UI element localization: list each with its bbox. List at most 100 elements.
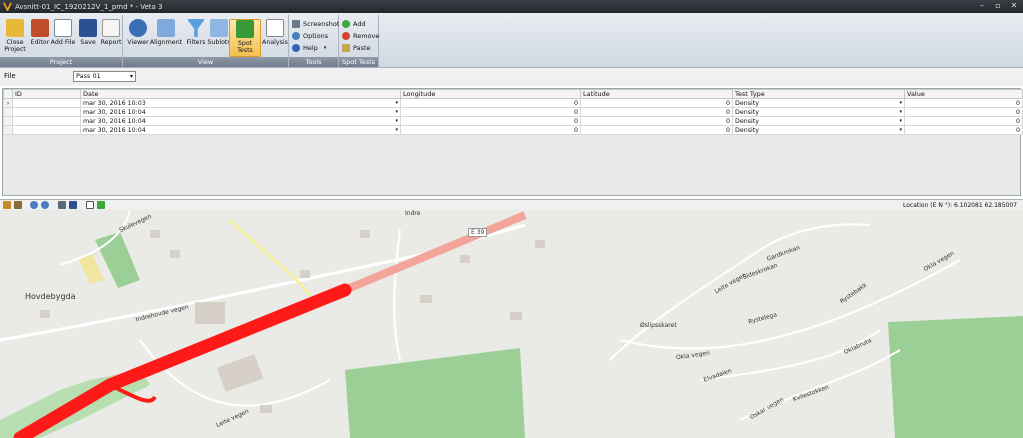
cell-id[interactable] xyxy=(12,116,81,126)
table-row[interactable]: › mar 30, 2016 10:03 ▾ 0 0 Density ▾ 0 xyxy=(3,98,1023,108)
screenshot-button[interactable]: Screenshot xyxy=(292,18,339,29)
cell-longitude[interactable]: 0 xyxy=(400,125,581,135)
map-view[interactable]: Hovdebygda Skulevegen Indrehovde vegen E… xyxy=(0,210,1023,438)
cell-longitude[interactable]: 0 xyxy=(400,116,581,126)
row-selector[interactable]: › xyxy=(3,98,13,108)
row-selector[interactable] xyxy=(3,116,13,126)
building xyxy=(170,250,180,258)
cell-latitude[interactable]: 0 xyxy=(580,98,733,108)
help-icon xyxy=(292,43,300,52)
paste-icon xyxy=(342,43,350,52)
row-selector[interactable] xyxy=(3,125,13,135)
spot-tests-grid: ID Date Longitude Latitude Test Type Val… xyxy=(2,88,1023,196)
cell-longitude[interactable]: 0 xyxy=(400,107,581,117)
group-label-spot-tests: Spot Tests xyxy=(339,57,378,67)
cell-date[interactable]: mar 30, 2016 10:04 ▾ xyxy=(80,125,401,135)
alignment-button[interactable]: Alignment xyxy=(150,19,182,57)
building xyxy=(510,312,522,320)
location-readout: Location (E N °): 6.102081 62.185007 xyxy=(903,202,1017,209)
cell-test-type[interactable]: Density ▾ xyxy=(732,116,905,126)
layers-icon[interactable] xyxy=(58,201,66,209)
cell-id[interactable] xyxy=(12,125,81,135)
column-header-test-type[interactable]: Test Type xyxy=(732,89,905,99)
column-header-date[interactable]: Date xyxy=(80,89,401,99)
road xyxy=(609,223,871,361)
zoom-in-icon[interactable] xyxy=(30,201,38,209)
group-label-project: Project xyxy=(0,57,122,67)
report-button[interactable]: Report xyxy=(97,19,125,57)
chevron-down-icon: ▾ xyxy=(129,73,133,80)
building xyxy=(150,230,160,238)
report-icon xyxy=(102,19,120,37)
help-button[interactable]: Help ▾ xyxy=(292,42,326,53)
cell-latitude[interactable]: 0 xyxy=(580,125,733,135)
paste-spot-test-button[interactable]: Paste xyxy=(342,42,371,53)
remove-spot-test-button[interactable]: Remove xyxy=(342,30,379,41)
cell-test-type[interactable]: Density ▾ xyxy=(732,98,905,108)
cell-id[interactable] xyxy=(12,107,81,117)
map-label: Hovdebygda xyxy=(25,292,76,301)
table-row[interactable]: mar 30, 2016 10:04 ▾ 0 0 Density ▾ 0 xyxy=(3,116,1023,126)
spot-tests-button[interactable]: Spot Tests xyxy=(229,19,261,57)
column-header-value[interactable]: Value xyxy=(904,89,1023,99)
cell-value[interactable]: 0 xyxy=(904,116,1023,126)
camera-icon xyxy=(292,19,300,28)
options-button[interactable]: Options xyxy=(292,30,328,41)
cell-longitude[interactable]: 0 xyxy=(400,98,581,108)
cell-value[interactable]: 0 xyxy=(904,98,1023,108)
grid-header: ID Date Longitude Latitude Test Type Val… xyxy=(3,89,1023,99)
add-file-icon xyxy=(54,19,72,37)
cell-date[interactable]: mar 30, 2016 10:04 ▾ xyxy=(80,107,401,117)
column-header-latitude[interactable]: Latitude xyxy=(580,89,733,99)
map-style-icon[interactable] xyxy=(97,201,105,209)
column-header-id[interactable]: ID xyxy=(12,89,81,99)
minimize-button[interactable]: – xyxy=(977,1,987,10)
table-row[interactable]: mar 30, 2016 10:04 ▾ 0 0 Density ▾ 0 xyxy=(3,125,1023,135)
cell-value[interactable]: 0 xyxy=(904,125,1023,135)
building xyxy=(460,255,470,263)
cell-date[interactable]: mar 30, 2016 10:03 ▾ xyxy=(80,98,401,108)
building xyxy=(260,405,272,413)
close-project-button[interactable]: Close Project xyxy=(1,19,29,57)
sublots-icon xyxy=(210,19,228,37)
map-canvas xyxy=(0,210,1023,438)
table-row[interactable]: mar 30, 2016 10:04 ▾ 0 0 Density ▾ 0 xyxy=(3,107,1023,117)
cell-test-type[interactable]: Density ▾ xyxy=(732,125,905,135)
zoom-out-icon[interactable] xyxy=(41,201,49,209)
cell-date[interactable]: mar 30, 2016 10:04 ▾ xyxy=(80,116,401,126)
home-icon[interactable] xyxy=(3,201,11,209)
park-area xyxy=(78,254,104,284)
maximize-button[interactable]: ▫ xyxy=(993,1,1003,10)
road-shield: E 39 xyxy=(468,228,488,237)
viewer-button[interactable]: Viewer xyxy=(124,19,152,57)
add-file-button[interactable]: Add File xyxy=(49,19,77,57)
chevron-down-icon: ▾ xyxy=(323,44,327,51)
ribbon-group-project: Close Project Editor Add File Save Repor… xyxy=(0,15,123,67)
road xyxy=(228,218,312,296)
cell-id[interactable] xyxy=(12,98,81,108)
grid-icon[interactable] xyxy=(86,201,94,209)
row-selector[interactable] xyxy=(3,107,13,117)
close-button[interactable]: ✕ xyxy=(1009,1,1019,10)
building xyxy=(420,295,432,303)
map-label: Indre xyxy=(405,210,421,217)
cell-test-type[interactable]: Density ▾ xyxy=(732,107,905,117)
window-title: Avsnitt-01_IC_1920212V_1_pmd * - Veta 3 xyxy=(15,2,163,11)
cell-latitude[interactable]: 0 xyxy=(580,107,733,117)
file-select[interactable]: Pass 01 ▾ xyxy=(73,71,136,82)
cell-latitude[interactable]: 0 xyxy=(580,116,733,126)
ribbon-group-view: Viewer Alignment Filters Sublots Spot Te… xyxy=(123,15,289,67)
app-icon xyxy=(3,2,12,11)
add-spot-test-button[interactable]: Add xyxy=(342,18,366,29)
measurement-track xyxy=(13,283,352,438)
save-map-icon[interactable] xyxy=(69,201,77,209)
ribbon-group-tools: Screenshot Options Help ▾ Tools xyxy=(289,15,339,67)
flag-icon[interactable] xyxy=(14,201,22,209)
column-header-longitude[interactable]: Longitude xyxy=(400,89,581,99)
analysis-button[interactable]: Analysis xyxy=(261,19,289,57)
park-area xyxy=(345,348,525,438)
remove-icon xyxy=(342,31,350,40)
ribbon-group-spot-tests: Add Remove Paste Spot Tests xyxy=(339,15,379,67)
cell-value[interactable]: 0 xyxy=(904,107,1023,117)
building xyxy=(300,270,310,278)
